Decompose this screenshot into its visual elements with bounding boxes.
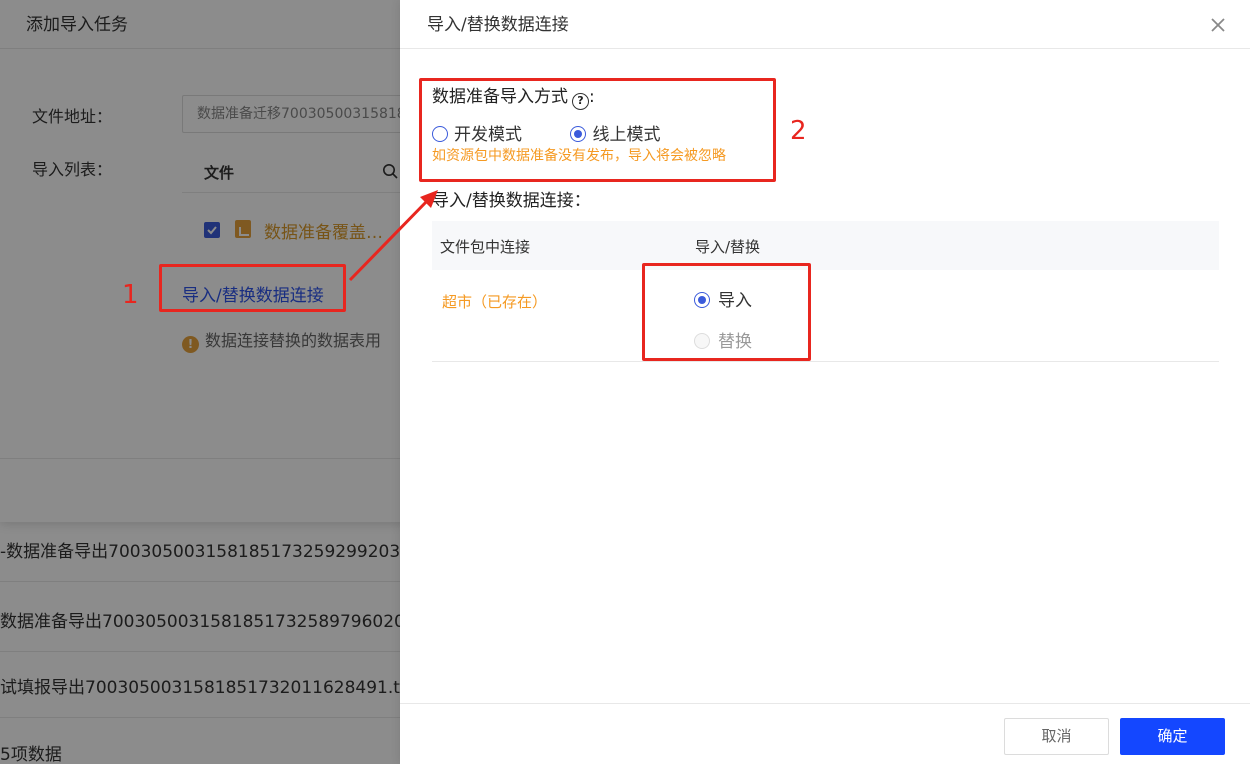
confirm-button[interactable]: 确定: [1120, 718, 1225, 755]
connection-table: 文件包中连接 导入/替换 超市（已存在） 导入 替换: [432, 221, 1219, 362]
drawer-footer: 取消 确定: [400, 703, 1250, 764]
drawer-header: 导入/替换数据连接: [400, 0, 1250, 49]
annotation-box-2: [419, 78, 776, 182]
connection-section-label: 导入/替换数据连接：: [432, 191, 591, 211]
cancel-button[interactable]: 取消: [1004, 718, 1109, 755]
connection-table-header: 文件包中连接 导入/替换: [432, 221, 1219, 270]
annotation-number-2: 2: [790, 116, 807, 146]
annotation-box-1: [159, 264, 346, 312]
annotation-number-1: 1: [122, 280, 139, 310]
column-package-connection: 文件包中连接: [440, 238, 531, 256]
annotation-box-3: [642, 263, 811, 361]
close-icon[interactable]: [1210, 17, 1226, 33]
column-import-replace: 导入/替换: [695, 238, 761, 256]
drawer-title: 导入/替换数据连接: [427, 15, 569, 35]
connection-name: 超市（已存在）: [442, 293, 548, 311]
table-row: 超市（已存在） 导入 替换: [432, 270, 1219, 362]
